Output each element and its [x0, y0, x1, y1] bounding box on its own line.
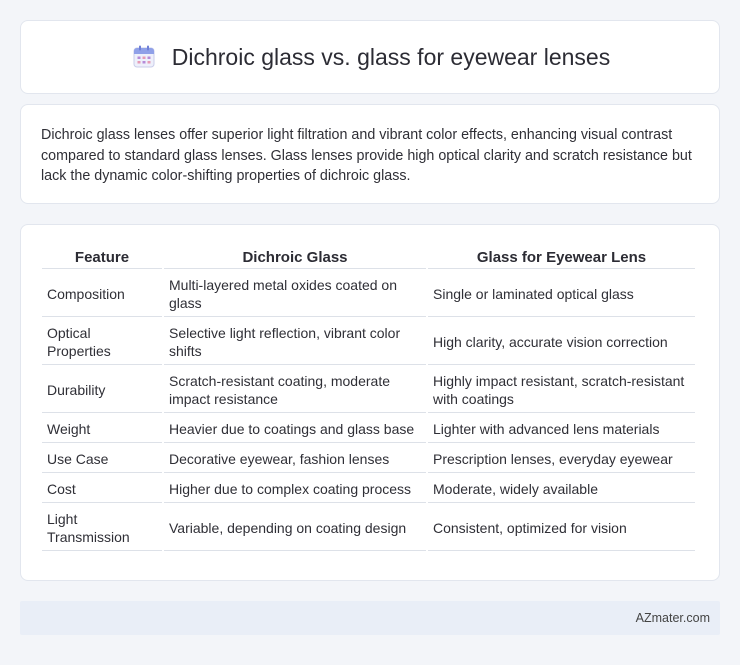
table-row: Durability Scratch-resistant coating, mo…	[42, 367, 695, 413]
eyewear-cell: Consistent, optimized for vision	[428, 505, 695, 551]
column-header-feature: Feature	[42, 247, 162, 269]
comparison-card: Feature Dichroic Glass Glass for Eyewear…	[20, 224, 720, 581]
feature-cell: Durability	[42, 367, 162, 413]
title-card: Dichroic glass vs. glass for eyewear len…	[20, 20, 720, 94]
table-row: Cost Higher due to complex coating proce…	[42, 475, 695, 503]
column-header-eyewear: Glass for Eyewear Lens	[428, 247, 695, 269]
comparison-table: Feature Dichroic Glass Glass for Eyewear…	[40, 245, 697, 553]
footer: AZmater.com	[20, 601, 720, 635]
table-header-row: Feature Dichroic Glass Glass for Eyewear…	[42, 247, 695, 269]
dichroic-cell: Heavier due to coatings and glass base	[164, 415, 426, 443]
table-row: Use Case Decorative eyewear, fashion len…	[42, 445, 695, 473]
eyewear-cell: Highly impact resistant, scratch-resista…	[428, 367, 695, 413]
feature-cell: Optical Properties	[42, 319, 162, 365]
summary-card: Dichroic glass lenses offer superior lig…	[20, 104, 720, 204]
calendar-icon	[133, 45, 155, 68]
feature-cell: Weight	[42, 415, 162, 443]
dichroic-cell: Higher due to complex coating process	[164, 475, 426, 503]
eyewear-cell: Moderate, widely available	[428, 475, 695, 503]
table-row: Composition Multi-layered metal oxides c…	[42, 271, 695, 317]
footer-brand[interactable]: AZmater.com	[636, 611, 710, 625]
table-row: Light Transmission Variable, depending o…	[42, 505, 695, 551]
summary-text: Dichroic glass lenses offer superior lig…	[41, 127, 692, 184]
table-row: Optical Properties Selective light refle…	[42, 319, 695, 365]
dichroic-cell: Selective light reflection, vibrant colo…	[164, 319, 426, 365]
feature-cell: Composition	[42, 271, 162, 317]
title-wrap: Dichroic glass vs. glass for eyewear len…	[130, 43, 610, 71]
feature-cell: Cost	[42, 475, 162, 503]
dichroic-cell: Variable, depending on coating design	[164, 505, 426, 551]
feature-cell: Light Transmission	[42, 505, 162, 551]
table-row: Weight Heavier due to coatings and glass…	[42, 415, 695, 443]
feature-cell: Use Case	[42, 445, 162, 473]
eyewear-cell: High clarity, accurate vision correction	[428, 319, 695, 365]
eyewear-cell: Prescription lenses, everyday eyewear	[428, 445, 695, 473]
page-title: Dichroic glass vs. glass for eyewear len…	[171, 43, 611, 70]
dichroic-cell: Multi-layered metal oxides coated on gla…	[164, 271, 426, 317]
dichroic-cell: Scratch-resistant coating, moderate impa…	[164, 367, 426, 413]
eyewear-cell: Lighter with advanced lens materials	[428, 415, 695, 443]
dichroic-cell: Decorative eyewear, fashion lenses	[164, 445, 426, 473]
column-header-dichroic: Dichroic Glass	[164, 247, 426, 269]
eyewear-cell: Single or laminated optical glass	[428, 271, 695, 317]
